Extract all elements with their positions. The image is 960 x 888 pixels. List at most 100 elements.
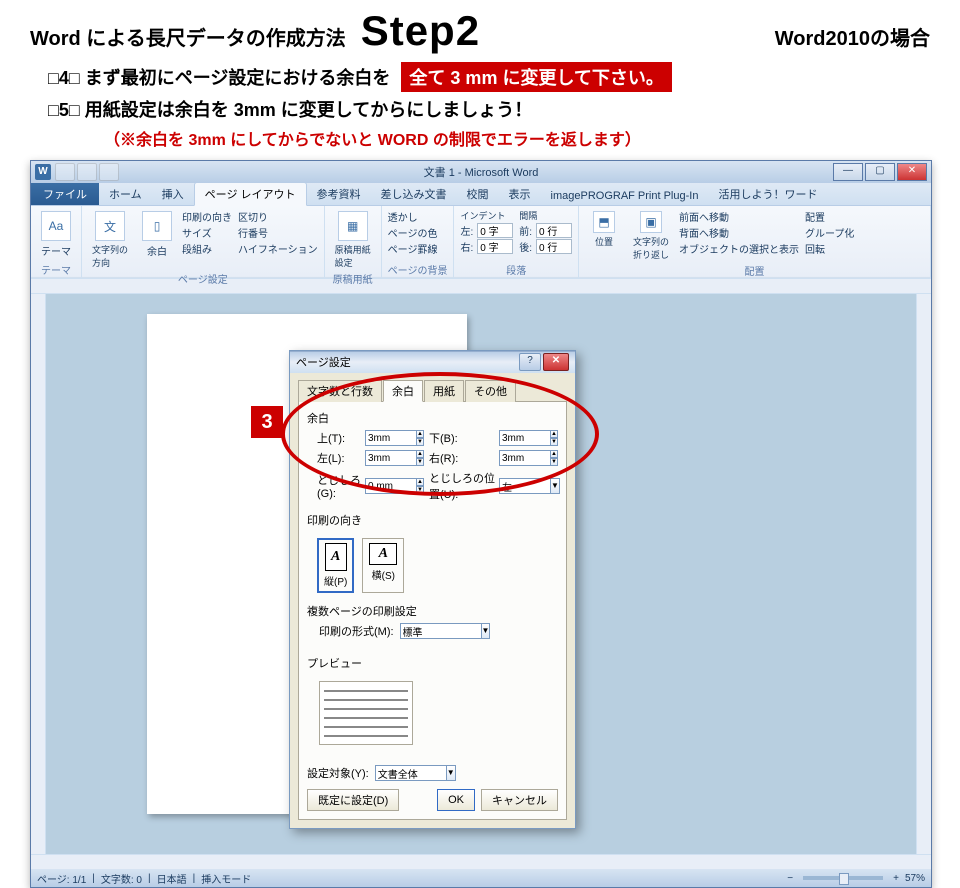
vertical-ruler[interactable]	[31, 294, 46, 854]
word-window: W 文書 1 - Microsoft Word — ▢ ✕ ファイル ホーム 挿…	[30, 160, 932, 888]
genkoyoshi-button[interactable]: ▦ 原稿用紙 設定	[331, 209, 375, 271]
line-numbers-button[interactable]: 行番号	[238, 225, 318, 240]
spacing-after-input[interactable]	[536, 239, 572, 254]
dialog-close-button[interactable]: ✕	[543, 353, 569, 371]
wrap-text-icon: ▣	[640, 211, 662, 233]
chevron-down-icon[interactable]: ▼	[481, 623, 491, 639]
position-button[interactable]: ⬒ 位置	[585, 209, 623, 250]
tab-katsuyou[interactable]: 活用しよう！ワード	[708, 183, 827, 205]
status-language[interactable]: 日本語	[157, 871, 187, 886]
gutter-pos-select[interactable]	[499, 478, 550, 494]
dialog-tab-paper[interactable]: 用紙	[424, 380, 464, 402]
tab-references[interactable]: 参考資料	[307, 183, 371, 205]
hyphenation-button[interactable]: ハイフネーション	[238, 241, 318, 256]
quick-access-toolbar	[55, 163, 119, 181]
tab-imageprograf[interactable]: imagePROGRAF Print Plug-In	[541, 187, 709, 205]
horizontal-scrollbar[interactable]	[31, 854, 931, 869]
dialog-tab-margins[interactable]: 余白	[383, 380, 423, 402]
margin-top-input[interactable]	[365, 430, 416, 446]
cancel-button[interactable]: キャンセル	[481, 789, 558, 811]
window-close-button[interactable]: ✕	[897, 163, 927, 181]
bring-forward-button[interactable]: 前面へ移動	[679, 209, 799, 224]
tab-home[interactable]: ホーム	[99, 183, 152, 205]
watermark-button[interactable]: 透かし	[388, 209, 438, 224]
indent-left-input[interactable]	[477, 223, 513, 238]
ok-button[interactable]: OK	[437, 789, 475, 811]
margins-button[interactable]: ▯ 余白	[138, 209, 176, 260]
columns-button[interactable]: 段組み	[182, 241, 232, 256]
zoom-out-button[interactable]: −	[787, 873, 793, 884]
group-button[interactable]: グループ化	[805, 225, 854, 240]
chevron-down-icon[interactable]: ▼	[446, 765, 456, 781]
qat-undo-icon[interactable]	[77, 163, 97, 181]
margin-left-label: 左(L):	[317, 450, 365, 466]
orientation-landscape-button[interactable]: A 横(S)	[362, 538, 404, 593]
vertical-scrollbar[interactable]	[916, 294, 931, 854]
selection-pane-button[interactable]: オブジェクトの選択と表示	[679, 241, 799, 256]
dialog-tab-chars-lines[interactable]: 文字数と行数	[298, 380, 382, 402]
file-tab[interactable]: ファイル	[31, 183, 99, 205]
gutter-input[interactable]	[365, 478, 416, 494]
instruction-4-badge: 全て 3 mm に変更して下さい。	[401, 62, 671, 92]
tab-view[interactable]: 表示	[499, 183, 541, 205]
gutter-spinner[interactable]: ▲▼	[416, 478, 424, 494]
send-backward-button[interactable]: 背面へ移動	[679, 225, 799, 240]
doc-title-left: Word による長尺データの作成方法	[30, 22, 346, 51]
indent-header: インデント	[460, 209, 513, 222]
margin-bottom-input[interactable]	[499, 430, 550, 446]
position-label: 位置	[595, 235, 613, 248]
size-button[interactable]: サイズ	[182, 225, 232, 240]
margin-left-spinner[interactable]: ▲▼	[416, 450, 424, 466]
landscape-label: 横(S)	[372, 567, 395, 582]
window-maximize-button[interactable]: ▢	[865, 163, 895, 181]
zoom-value[interactable]: 57%	[905, 873, 925, 884]
multipage-group-label: 複数ページの印刷設定	[307, 603, 558, 619]
align-button[interactable]: 配置	[805, 209, 854, 224]
tab-insert[interactable]: 挿入	[152, 183, 194, 205]
spacing-before-input[interactable]	[536, 223, 572, 238]
text-direction-button[interactable]: 文 文字列の 方向	[88, 209, 132, 271]
margin-right-label: 右(R):	[429, 450, 499, 466]
rotate-button[interactable]: 回転	[805, 241, 854, 256]
set-default-button[interactable]: 既定に設定(D)	[307, 789, 399, 811]
themes-label: テーマ	[41, 243, 71, 258]
ribbon: Aa テーマ テーマ 文 文字列の 方向 ▯ 余白 印刷の向き サイズ	[31, 206, 931, 278]
apply-to-select[interactable]	[375, 765, 446, 781]
page-setup-dialog: ページ設定 ? ✕ 文字数と行数 余白 用紙 その他 余白 上(T):	[289, 350, 576, 829]
print-format-select[interactable]	[400, 623, 481, 639]
margins-label: 余白	[147, 243, 167, 258]
position-icon: ⬒	[593, 211, 615, 233]
page-borders-button[interactable]: ページ罫線	[388, 241, 438, 256]
status-page[interactable]: ページ: 1/1	[37, 871, 86, 886]
tab-mailings[interactable]: 差し込み文書	[371, 183, 457, 205]
zoom-slider[interactable]	[803, 876, 883, 880]
margin-right-spinner[interactable]: ▲▼	[550, 450, 558, 466]
spacing-before-label: 前:	[519, 227, 532, 238]
margin-left-input[interactable]	[365, 450, 416, 466]
wrap-text-button[interactable]: ▣ 文字列の 折り返し	[629, 209, 673, 263]
orientation-button[interactable]: 印刷の向き	[182, 209, 232, 224]
qat-redo-icon[interactable]	[99, 163, 119, 181]
tab-review[interactable]: 校閲	[457, 183, 499, 205]
group-background-label: ページの背景	[388, 262, 448, 277]
dialog-help-button[interactable]: ?	[519, 353, 541, 371]
status-words[interactable]: 文字数: 0	[101, 871, 142, 886]
page-color-button[interactable]: ページの色	[388, 225, 438, 240]
status-insert-mode[interactable]: 挿入モード	[201, 871, 251, 886]
tab-page-layout[interactable]: ページ レイアウト	[194, 182, 307, 206]
dialog-tab-other[interactable]: その他	[465, 380, 516, 402]
breaks-button[interactable]: 区切り	[238, 209, 318, 224]
margin-top-spinner[interactable]: ▲▼	[416, 430, 424, 446]
qat-save-icon[interactable]	[55, 163, 75, 181]
preview-label: プレビュー	[307, 655, 558, 671]
zoom-in-button[interactable]: +	[893, 873, 899, 884]
ribbon-tabs: ファイル ホーム 挿入 ページ レイアウト 参考資料 差し込み文書 校閲 表示 …	[31, 183, 931, 206]
window-minimize-button[interactable]: —	[833, 163, 863, 181]
orientation-portrait-button[interactable]: A 縦(P)	[317, 538, 354, 593]
themes-button[interactable]: Aa テーマ	[37, 209, 75, 260]
chevron-down-icon[interactable]: ▼	[550, 478, 560, 494]
indent-right-input[interactable]	[477, 239, 513, 254]
margin-right-input[interactable]	[499, 450, 550, 466]
print-format-label: 印刷の形式(M):	[319, 623, 394, 639]
margin-bottom-spinner[interactable]: ▲▼	[550, 430, 558, 446]
